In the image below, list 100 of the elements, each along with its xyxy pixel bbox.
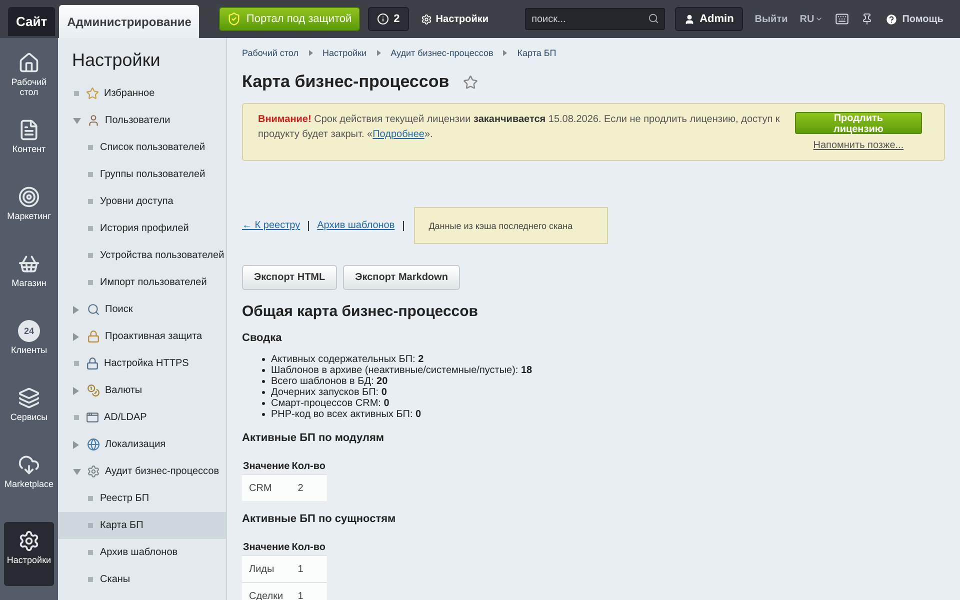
column-header: Кол-во — [290, 458, 327, 474]
shield-icon — [227, 12, 242, 26]
remind-later-link[interactable]: Напомнить позже... — [813, 140, 904, 151]
details-link[interactable]: Подробнее — [372, 129, 424, 140]
bullet-icon — [88, 253, 93, 258]
bullet-icon — [88, 496, 93, 501]
expand-arrow-icon[interactable] — [73, 306, 79, 314]
bullet-icon — [262, 380, 265, 383]
sidebar-item[interactable]: Избранное — [58, 80, 226, 107]
search-icon — [648, 13, 659, 24]
collapse-arrow-icon[interactable] — [73, 468, 81, 474]
rail-item[interactable]: Маркетинг — [8, 184, 50, 251]
breadcrumb-link[interactable]: Настройки — [322, 48, 367, 58]
language-menu[interactable]: RU — [800, 14, 824, 24]
top-tab[interactable]: Администрирование — [59, 5, 200, 38]
breadcrumb-separator-icon — [376, 50, 381, 56]
collapse-arrow-icon[interactable] — [73, 118, 81, 124]
top-tab[interactable]: Сайт — [8, 7, 56, 36]
bullet-icon — [88, 172, 93, 177]
expand-arrow-icon[interactable] — [73, 440, 79, 448]
rail-item[interactable]: Магазин — [8, 251, 50, 318]
export-button[interactable]: Экспорт Markdown — [343, 265, 460, 290]
breadcrumb-link[interactable]: Карта БП — [517, 48, 556, 58]
info-icon — [376, 13, 389, 25]
home-icon — [18, 52, 40, 74]
expand-arrow-icon[interactable] — [73, 332, 79, 340]
cache-note: Данные из кэша последнего скана — [414, 207, 608, 244]
settings-icon — [420, 14, 432, 24]
sidebar-item[interactable]: Список пользователей — [58, 134, 226, 161]
rail-item[interactable]: Контент — [8, 117, 50, 184]
export-button[interactable]: Экспорт HTML — [242, 265, 338, 290]
search-icon — [87, 303, 100, 316]
sidebar-item[interactable]: Проактивная защита — [58, 323, 226, 350]
sidebar-item[interactable]: Импорт пользователей — [58, 269, 226, 296]
rail-item[interactable]: Сервисы — [8, 385, 50, 452]
favorite-star-icon[interactable] — [463, 74, 478, 90]
sidebar-item[interactable]: Архив шаблонов — [58, 539, 226, 566]
bullet-icon — [88, 523, 93, 528]
pin-icon[interactable] — [861, 13, 874, 25]
breadcrumb-separator-icon — [308, 50, 312, 56]
nav-link[interactable]: Архив шаблонов — [317, 220, 395, 231]
sidebar-item[interactable]: Устройства пользователей — [58, 242, 226, 269]
bullet-icon — [262, 358, 265, 361]
lock-icon — [87, 330, 100, 343]
breadcrumb-link[interactable]: Рабочий стол — [242, 48, 298, 58]
sidebar-item[interactable]: Настройка HTTPS — [58, 350, 226, 377]
gear-icon — [18, 530, 40, 552]
table-cell: Лиды — [242, 556, 291, 582]
notifications-button[interactable]: 2 — [368, 7, 409, 31]
nav-link[interactable]: ← К реестру — [242, 220, 300, 231]
sidebar-item[interactable]: AD/LDAP — [58, 404, 226, 431]
sidebar-item[interactable]: Сканы — [58, 566, 226, 593]
breadcrumb-link[interactable]: Аудит бизнес-процессов — [390, 48, 494, 58]
rail-item[interactable]: 24 Клиенты — [8, 318, 50, 385]
sidebar-item[interactable]: История профилей — [58, 215, 226, 242]
rail-item[interactable]: Настройки — [4, 522, 54, 586]
bullet-icon — [262, 402, 265, 405]
sidebar-item[interactable]: Аудит бизнес-процессов — [58, 458, 226, 485]
column-header: Значение — [242, 458, 291, 474]
keyboard-icon[interactable] — [835, 12, 850, 26]
sidebar-item[interactable]: Поиск — [58, 296, 226, 323]
summary-heading: Сводка — [242, 332, 283, 344]
user-button[interactable]: Admin — [674, 7, 743, 31]
summary-item: Активных содержательных БП: 2 — [271, 354, 424, 365]
settings-link[interactable]: Настройки — [420, 14, 489, 24]
window-icon — [86, 411, 99, 424]
sidebar-item[interactable]: Уровни доступа — [58, 188, 226, 215]
user-icon — [684, 14, 695, 24]
table-cell: CRM — [242, 474, 291, 501]
search-field[interactable]: поиск... — [524, 8, 665, 30]
sidebar-item[interactable]: Валюты — [58, 377, 226, 404]
breadcrumb-separator-icon — [503, 50, 508, 56]
target-icon — [18, 186, 40, 208]
summary-item: PHP-код во всех активных БП: 0 — [271, 409, 422, 420]
bullet-icon — [74, 91, 79, 96]
section-heading: Общая карта бизнес-процессов — [242, 303, 480, 320]
sidebar-item[interactable]: Реестр БП — [58, 485, 226, 512]
help-icon — [885, 12, 898, 26]
table-cell: 1 — [290, 556, 327, 582]
layers-icon — [18, 387, 40, 409]
table-cell: 1 — [290, 582, 327, 600]
logout-link[interactable]: Выйти — [754, 14, 788, 24]
sidebar-item[interactable]: Локализация — [58, 431, 226, 458]
basket-icon — [18, 253, 40, 275]
rail-item[interactable]: Рабочий стол — [8, 50, 50, 117]
document-icon — [18, 119, 40, 141]
summary-item: Дочерних запусков БП: 0 — [271, 387, 387, 398]
sidebar-item[interactable]: Карта БП — [58, 512, 226, 539]
summary-item: Шаблонов в архиве (неактивные/системные/пустые): 18 — [271, 365, 532, 376]
bullet-icon — [88, 199, 93, 204]
sidebar-item[interactable]: Группы пользователей — [58, 161, 226, 188]
bullet-icon — [262, 369, 265, 372]
bullet-icon — [74, 361, 79, 366]
sidebar-item[interactable]: Пользователи — [58, 107, 226, 134]
expand-arrow-icon[interactable] — [73, 386, 79, 394]
table-heading: Активные БП по модулям — [242, 432, 386, 444]
star-icon — [86, 87, 99, 100]
bullet-icon — [88, 226, 93, 231]
help-link[interactable]: Помощь — [885, 12, 944, 26]
column-header: Кол-во — [290, 539, 327, 556]
